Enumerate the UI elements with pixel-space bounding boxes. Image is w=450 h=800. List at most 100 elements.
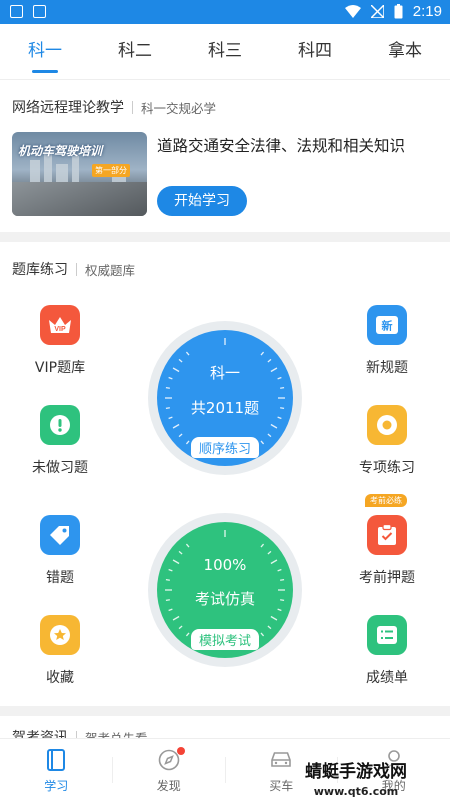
- gauge-tick: [178, 433, 183, 438]
- gauge-tick: [280, 386, 285, 389]
- gauge-tick: [277, 376, 282, 380]
- unanswered-questions-label: 未做习题: [32, 460, 88, 476]
- gauge-tick: [260, 632, 265, 637]
- special-practice[interactable]: 专项练习: [342, 405, 432, 477]
- notification-dot: [176, 747, 185, 755]
- practice-section-header: 题库练习 权威题库: [12, 259, 135, 279]
- mock-exam-button[interactable]: 模拟考试: [190, 629, 260, 650]
- gauge-tick: [260, 543, 265, 548]
- remote-section-title: 网络远程理论教学: [12, 100, 124, 116]
- gauge-tick: [280, 407, 285, 410]
- gauge-tick: [172, 559, 180, 565]
- nav-study-label: 学习: [44, 779, 69, 793]
- gauge-tick: [168, 376, 173, 380]
- building-shape: [56, 164, 68, 182]
- gauge-tick: [178, 550, 183, 555]
- sequential-practice-gauge[interactable]: 科一 共2011题 顺序练习: [157, 330, 293, 466]
- gauge-tick: [270, 559, 278, 565]
- subject-tabs: 科一 科二 科三 科四 拿本: [0, 24, 450, 80]
- nav-discover-label: 发现: [156, 779, 181, 793]
- gauge-tick: [172, 615, 180, 621]
- gauge-tick: [178, 625, 183, 630]
- watermark: 蜻蜓手游戏网 www.qt6.com: [305, 762, 407, 800]
- gauge-tick: [260, 351, 265, 356]
- practice-section-subtitle: 权威题库: [85, 262, 136, 278]
- gauge-tick: [185, 543, 190, 548]
- header-divider: [132, 100, 133, 114]
- gauge-tick: [165, 578, 170, 581]
- book-icon: [0, 749, 113, 771]
- pre-exam-questions[interactable]: 考前押题: [342, 515, 432, 587]
- favorites[interactable]: 收藏: [15, 615, 105, 687]
- gauge-tick: [267, 550, 272, 555]
- special-practice-label: 专项练习: [359, 460, 415, 476]
- course-image-title: 机动车驾驶培训: [18, 144, 103, 158]
- gauge-tick: [185, 440, 190, 445]
- gauge-tick: [168, 416, 173, 420]
- new-rules-label: 新规题: [366, 360, 408, 376]
- vip-question-bank[interactable]: VIP VIP题库: [15, 305, 105, 377]
- course-description: 道路交通安全法律、法规和相关知识: [157, 137, 406, 155]
- wrong-questions-label: 错题: [46, 570, 74, 586]
- sequential-practice-button[interactable]: 顺序练习: [190, 437, 260, 458]
- new-rules-questions[interactable]: 新 新规题: [342, 305, 432, 377]
- road-shape: [12, 182, 147, 216]
- battery-icon: [394, 4, 403, 19]
- gauge-tick: [267, 358, 272, 363]
- gauge-tick: [267, 625, 272, 630]
- tab-get-license[interactable]: 拿本: [360, 24, 450, 79]
- pre-exam-label: 考前押题: [359, 570, 415, 586]
- signal-icon: [370, 5, 384, 18]
- gauge-tick: [165, 599, 170, 602]
- header-divider: [76, 262, 77, 276]
- gauge-tick: [277, 608, 282, 612]
- compass-icon: [113, 749, 226, 771]
- mock-exam-gauge[interactable]: 100% 考试仿真 模拟考试: [157, 522, 293, 658]
- svg-text:VIP: VIP: [54, 326, 66, 333]
- gauge-tick: [280, 578, 285, 581]
- exclamation-icon: [40, 405, 80, 445]
- score-sheet-label: 成绩单: [366, 670, 408, 686]
- gauge-tick: [178, 358, 183, 363]
- practice-section-title: 题库练习: [12, 262, 68, 278]
- gauge-tick: [260, 440, 265, 445]
- list-icon: [367, 615, 407, 655]
- gauge-tick: [168, 568, 173, 572]
- gauge-tick: [277, 568, 282, 572]
- nav-separator: [112, 757, 113, 783]
- score-sheet[interactable]: 成绩单: [342, 615, 432, 687]
- gauge-tick: [172, 367, 180, 373]
- image-notification-icon: [10, 5, 23, 18]
- building-shape: [72, 156, 79, 182]
- remote-section-header: 网络远程理论教学 科一交规必学: [12, 97, 216, 117]
- gauge-tick: [270, 615, 278, 621]
- section-divider: [0, 706, 450, 716]
- watermark-url: www.qt6.com: [313, 785, 399, 798]
- tab-subject-1[interactable]: 科一: [0, 24, 90, 79]
- clipboard-icon: [367, 515, 407, 555]
- tab-subject-4[interactable]: 科四: [270, 24, 360, 79]
- status-bar: 2:19: [0, 0, 450, 24]
- tab-subject-2[interactable]: 科二: [90, 24, 180, 79]
- course-image-badge: 第一部分: [92, 164, 130, 177]
- wifi-icon: [344, 5, 361, 18]
- building-shape: [30, 160, 40, 182]
- nav-study[interactable]: 学习: [0, 739, 113, 800]
- gauge-tick: [270, 367, 278, 373]
- gauge-tick: [185, 632, 190, 637]
- target-icon: [367, 405, 407, 445]
- gauge-tick: [280, 599, 285, 602]
- gauge-tick: [270, 423, 278, 429]
- app-notification-icon: [33, 5, 46, 18]
- vip-question-bank-label: VIP题库: [34, 360, 86, 376]
- vip-crown-icon: VIP: [40, 305, 80, 345]
- unanswered-questions[interactable]: 未做习题: [15, 405, 105, 477]
- wrong-questions[interactable]: 错题: [15, 515, 105, 587]
- course-thumbnail[interactable]: 机动车驾驶培训 第一部分: [12, 132, 147, 216]
- favorites-label: 收藏: [46, 670, 74, 686]
- gauge-tick: [165, 386, 170, 389]
- nav-discover[interactable]: 发现: [113, 739, 226, 800]
- star-icon: [40, 615, 80, 655]
- tab-subject-3[interactable]: 科三: [180, 24, 270, 79]
- start-learning-button[interactable]: 开始学习: [157, 186, 247, 216]
